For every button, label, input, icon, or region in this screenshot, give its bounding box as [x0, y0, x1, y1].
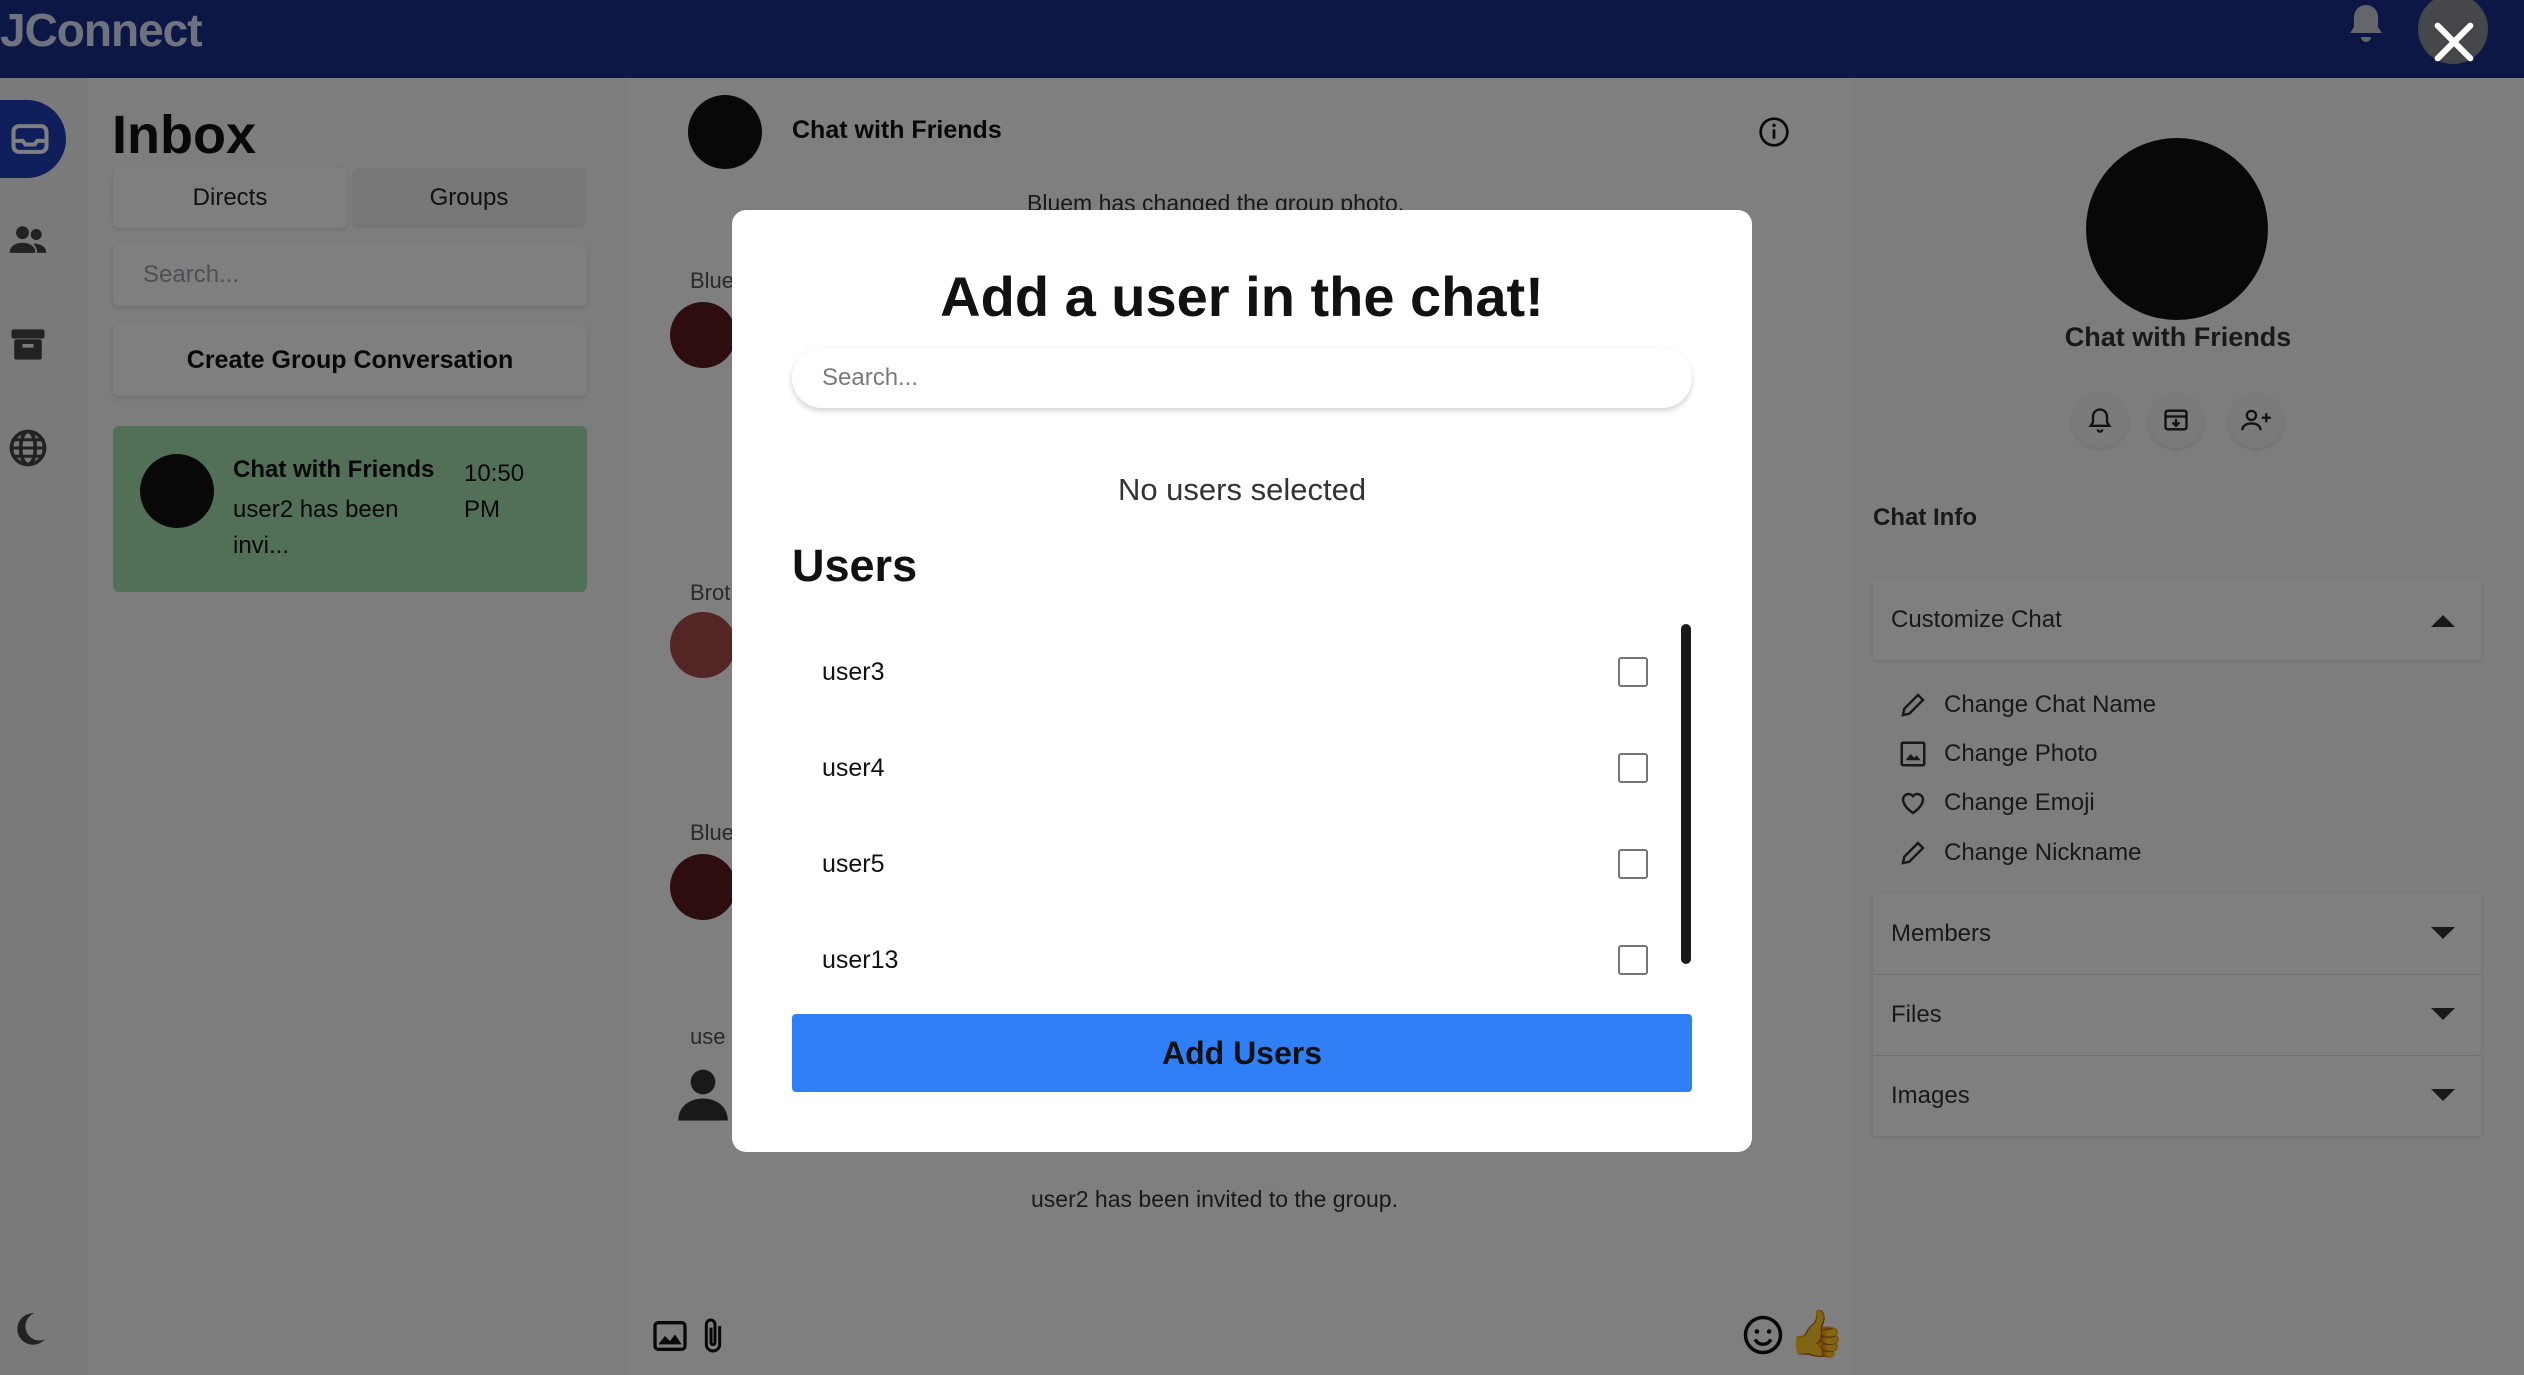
user-name: user3 — [822, 657, 885, 686]
user-row[interactable]: user3 — [792, 624, 1692, 720]
add-users-button[interactable]: Add Users — [792, 1014, 1692, 1092]
user-search-input[interactable] — [792, 348, 1692, 408]
selection-status: No users selected — [1117, 472, 1367, 507]
close-icon[interactable] — [2426, 14, 2482, 70]
user-row[interactable]: user4 — [792, 720, 1692, 816]
user-checkbox[interactable] — [1618, 849, 1648, 879]
modal-title: Add a user in the chat! — [940, 265, 1544, 328]
user-list-scrollbar[interactable] — [1681, 624, 1691, 964]
user-list[interactable]: user3 user4 user5 user13 — [792, 624, 1692, 984]
user-row[interactable]: user5 — [792, 816, 1692, 912]
user-name: user5 — [822, 849, 885, 878]
user-checkbox[interactable] — [1618, 945, 1648, 975]
user-checkbox[interactable] — [1618, 657, 1648, 687]
user-row[interactable]: user13 — [792, 912, 1692, 1008]
users-heading: Users — [792, 540, 918, 591]
user-name: user13 — [822, 945, 899, 974]
user-name: user4 — [822, 753, 885, 782]
user-checkbox[interactable] — [1618, 753, 1648, 783]
